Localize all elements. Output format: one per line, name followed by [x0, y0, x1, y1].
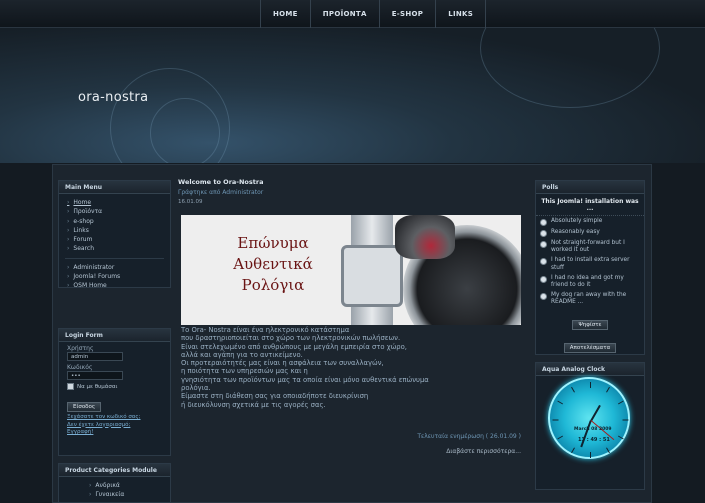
clock-tick: [557, 400, 564, 405]
poll-option-label: Absolutely simple: [551, 218, 603, 224]
polls-module: Polls This Joomla! installation was ... …: [535, 180, 645, 355]
read-more-link[interactable]: Διαβάστε περισσότερα...: [181, 448, 521, 455]
site-header: ora-nostra: [0, 28, 705, 163]
results-button[interactable]: Αποτελέσματα: [563, 342, 617, 353]
poll-option[interactable]: My dog ran away with the README ...: [536, 290, 644, 307]
password-label: Κωδικός: [67, 364, 93, 371]
menu-item-products[interactable]: Προϊόντα: [67, 207, 170, 216]
poll-question: This Joomla! installation was ...: [536, 194, 644, 216]
main-menu-module: Main Menu Home Προϊόντα e-shop Links For…: [58, 180, 171, 290]
main-menu-title: Main Menu: [59, 181, 170, 194]
clock-tick: [571, 447, 575, 454]
product-categories-title: Product Categories Module: [59, 464, 170, 477]
banner-line-3: Ρολόγια: [241, 276, 305, 294]
square-watch-graphic: [341, 245, 403, 307]
article-date: 16.01.09: [178, 199, 203, 205]
clock-tick: [622, 419, 629, 421]
forgot-username-link[interactable]: Δεν έχετε λογαριασμό;: [59, 422, 170, 430]
poll-option-label: Reasonably easy: [551, 229, 600, 235]
last-updated: Τελευταία ενημέρωση ( 26.01.09 ): [417, 433, 521, 440]
vote-button[interactable]: Ψηφίστε: [572, 319, 608, 330]
decorative-swirl: [150, 98, 220, 163]
poll-option[interactable]: Reasonably easy: [536, 227, 644, 238]
radio-button[interactable]: [540, 258, 547, 266]
clock-tick: [552, 419, 559, 421]
menu-item-joomla-forums[interactable]: Joomla! Forums: [67, 272, 170, 281]
clock-date: March 08 2009: [574, 427, 612, 432]
category-women[interactable]: Γυναικεία: [89, 490, 170, 499]
poll-option-label: Not straight-forward but I worked it out: [551, 240, 625, 254]
clock-tick: [606, 386, 610, 393]
decorative-swirl: [480, 28, 660, 108]
banner-line-1: Επώνυμα: [237, 234, 309, 252]
radio-button[interactable]: [540, 241, 547, 248]
clock-tick: [606, 447, 610, 454]
top-navigation: HOME ΠΡΟΪΟΝΤΑ E-SHOP LINKS: [0, 0, 705, 28]
register-link[interactable]: Εγγραφή!: [59, 429, 170, 437]
remember-checkbox[interactable]: [67, 383, 74, 390]
hour-hand: [590, 404, 601, 422]
article-body: Το Ora- Nostra είναι ένα ηλεκτρονικό κατ…: [181, 326, 429, 409]
login-form-title: Login Form: [59, 329, 170, 342]
menu-item-forum[interactable]: Forum: [67, 235, 170, 244]
username-label: Χρήστης: [67, 345, 94, 352]
minute-hand: [580, 420, 592, 448]
radio-button[interactable]: [540, 219, 547, 226]
poll-option[interactable]: Not straight-forward but I worked it out: [536, 238, 644, 255]
menu-item-search[interactable]: Search: [67, 244, 170, 253]
banner-image: Επώνυμα Αυθεντικά Ρολόγια: [181, 215, 521, 325]
menu-item-eshop[interactable]: e-shop: [67, 217, 170, 226]
analog-clock-icon: March 08 2009 13 : 49 : 51: [548, 377, 630, 459]
poll-option-label: I had to install extra server stuff: [551, 257, 630, 271]
menu-item-administrator[interactable]: Administrator: [67, 263, 170, 272]
clock-tick: [617, 435, 624, 440]
site-title[interactable]: ora-nostra: [78, 90, 148, 105]
remember-label: Να με θυμάσαι: [77, 383, 118, 390]
polls-title: Polls: [536, 181, 644, 194]
menu-divider: [65, 257, 164, 259]
poll-option[interactable]: Absolutely simple: [536, 216, 644, 227]
poll-option-label: My dog ran away with the README ...: [551, 292, 627, 306]
remember-me: Να με θυμάσαι: [59, 383, 170, 390]
poll-option[interactable]: I had to install extra server stuff: [536, 255, 644, 272]
clock-tick: [557, 435, 564, 440]
menu-item-home[interactable]: Home: [67, 198, 170, 207]
forgot-password-link[interactable]: Ξεχάσατε τον κωδικό σας;: [59, 414, 170, 422]
radio-button[interactable]: [540, 293, 547, 301]
nav-links[interactable]: LINKS: [435, 0, 487, 28]
watch-bezel-graphic: [395, 215, 455, 259]
clock-tick: [571, 386, 575, 393]
category-men[interactable]: Ανδρικά: [89, 481, 170, 490]
radio-button[interactable]: [540, 275, 547, 283]
clock-tick: [617, 400, 624, 405]
menu-item-links[interactable]: Links: [67, 226, 170, 235]
password-field[interactable]: •••: [67, 371, 123, 380]
product-categories-module: Product Categories Module Ανδρικά Γυναικ…: [58, 463, 171, 503]
poll-option[interactable]: I had no idea and got my friend to do it: [536, 273, 644, 290]
login-form-module: Login Form Χρήστης admin Κωδικός ••• Να …: [58, 328, 171, 456]
banner-text: Επώνυμα Αυθεντικά Ρολόγια: [203, 233, 343, 296]
clock-title: Aqua Analog Clock: [536, 363, 644, 376]
article-title: Welcome to Ora-Nostra: [178, 178, 264, 186]
menu-item-osm-home[interactable]: OSM Home: [67, 281, 170, 290]
clock-tick: [590, 382, 591, 388]
radio-button[interactable]: [540, 230, 547, 237]
nav-eshop[interactable]: E-SHOP: [378, 0, 435, 28]
username-field[interactable]: admin: [67, 352, 123, 361]
clock-module: Aqua Analog Clock March 08 2009 13 : 49 …: [535, 362, 645, 490]
article-header: Welcome to Ora-Nostra Γράφτηκε από Admin…: [178, 178, 526, 205]
clock-time: 13 : 49 : 51: [578, 437, 610, 443]
nav-home[interactable]: HOME: [260, 0, 310, 28]
banner-line-2: Αυθεντικά: [233, 255, 313, 273]
login-button[interactable]: Είσοδος: [67, 402, 102, 412]
article-author: Γράφτηκε από Administrator: [178, 189, 264, 196]
clock-tick: [590, 452, 591, 458]
nav-products[interactable]: ΠΡΟΪΟΝΤΑ: [309, 0, 379, 28]
poll-option-label: I had no idea and got my friend to do it: [551, 274, 624, 289]
